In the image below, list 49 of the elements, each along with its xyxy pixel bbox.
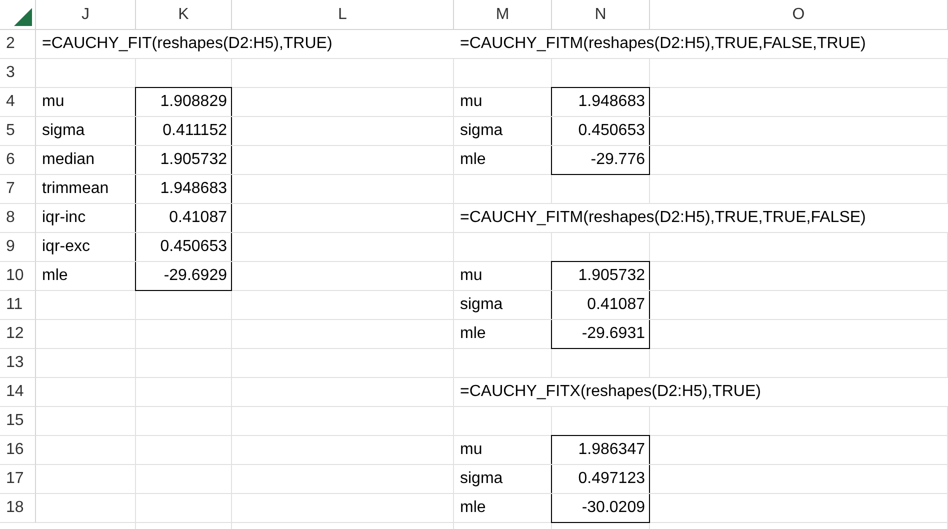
table-cell-text: sigma — [459, 295, 504, 315]
table-cell: 0.450653 — [551, 117, 650, 145]
table-cell: 0.41087 — [135, 204, 232, 232]
select-all-icon[interactable] — [14, 8, 32, 26]
table-cell-text: mu — [41, 92, 66, 112]
table-cell-text: mle — [459, 324, 487, 344]
table-cell-text: mle — [459, 498, 487, 518]
table-cell-text: mle — [459, 150, 487, 170]
row-number[interactable]: 16 — [0, 436, 36, 465]
table-cell: 0.411152 — [135, 117, 232, 145]
table-cell: 1.986347 — [551, 435, 650, 464]
table-cell: 0.450653 — [135, 233, 232, 261]
row-number[interactable]: 3 — [0, 59, 36, 88]
table-cell: -29.6931 — [551, 320, 650, 349]
table-cell-text: trimmean — [41, 179, 110, 199]
table-cell: 1.948683 — [135, 175, 232, 203]
table-cell-text: sigma — [459, 121, 504, 141]
table-cell: 0.41087 — [551, 291, 650, 319]
row-number[interactable]: 14 — [0, 378, 36, 407]
table-cell-text: iqr-exc — [41, 237, 92, 257]
row-number[interactable]: 12 — [0, 320, 36, 349]
table-cell: 0.497123 — [551, 465, 650, 493]
table-cell: 1.948683 — [551, 87, 650, 116]
row-number[interactable]: 7 — [0, 175, 36, 204]
row-number[interactable]: 10 — [0, 262, 36, 291]
table-cell-text: mle — [41, 266, 69, 286]
table-cell-text: sigma — [41, 121, 86, 141]
table-cell: -29.776 — [551, 146, 650, 175]
table-cell-text: mu — [459, 440, 484, 460]
table-cell: -29.6929 — [135, 262, 232, 291]
table-cell-text: mu — [459, 266, 484, 286]
row-number[interactable]: 15 — [0, 407, 36, 436]
table-cell-text: mu — [459, 92, 484, 112]
row-number[interactable]: 6 — [0, 146, 36, 175]
row-number[interactable]: 18 — [0, 494, 36, 523]
row-number[interactable]: 13 — [0, 349, 36, 378]
table-cell-text: median — [41, 150, 96, 170]
table-cell-text: sigma — [459, 469, 504, 489]
row-number[interactable]: 11 — [0, 291, 36, 320]
row-number[interactable]: 8 — [0, 204, 36, 233]
table-cell: 1.905732 — [135, 146, 232, 174]
row-number[interactable]: 4 — [0, 88, 36, 117]
row-number[interactable]: 17 — [0, 465, 36, 494]
table-cell: -30.0209 — [551, 494, 650, 523]
table-cell-text: iqr-inc — [41, 208, 87, 228]
row-number[interactable]: 5 — [0, 117, 36, 146]
row-number[interactable]: 9 — [0, 233, 36, 262]
table-cell: 1.908829 — [135, 87, 232, 116]
table-cell: 1.905732 — [551, 261, 650, 290]
